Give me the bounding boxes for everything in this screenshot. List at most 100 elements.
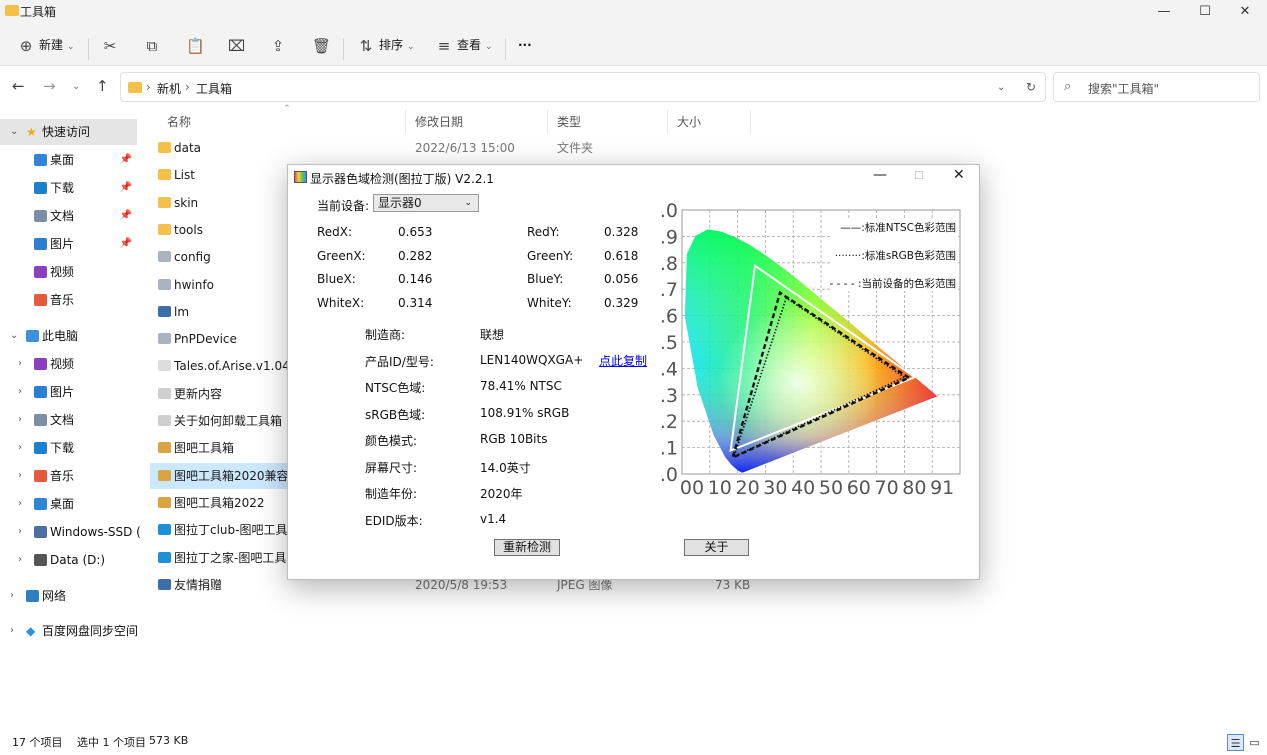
sidebar-item-quick[interactable]: 图片 📌 (0, 231, 140, 257)
breadcrumb-item[interactable]: 工具箱 (196, 80, 232, 97)
breadcrumb-item[interactable]: 新机 (157, 80, 181, 97)
app-icon (158, 496, 171, 508)
folder-icon (158, 142, 171, 153)
breadcrumb-separator-icon: › (146, 80, 151, 94)
download-icon (34, 442, 47, 454)
copy-button[interactable]: ⧉ (144, 32, 165, 58)
sidebar-item-quick-access[interactable]: ⌄ ★ 快速访问 (0, 119, 137, 145)
edge-icon (158, 524, 171, 536)
column-divider[interactable] (405, 110, 406, 134)
file-name: 更新内容 (174, 386, 223, 401)
copy-icon: ⧉ (146, 36, 158, 55)
tiles-view-icon[interactable]: ▭ (1246, 734, 1263, 751)
desktop-icon (34, 154, 47, 166)
dialog-minimize-button[interactable]: — (873, 167, 887, 183)
sidebar-item-quick[interactable]: 下载 📌 (0, 175, 140, 201)
coord-value: 0.056 (604, 272, 639, 286)
about-button[interactable]: 关于 (684, 539, 749, 556)
address-bar[interactable]: › 新机 › 工具箱 ⌄ ↻ (120, 72, 1046, 102)
sidebar-item-label: 视频 (50, 357, 75, 371)
plus-circle-icon: ⊕ (19, 36, 33, 55)
up-arrow-icon[interactable]: ↑ (96, 77, 109, 95)
sidebar-item-pc[interactable]: › Windows-SSD (C: (0, 519, 140, 545)
pin-icon[interactable]: 📌 (120, 175, 132, 201)
delete-button[interactable]: 🗑 (312, 32, 333, 58)
sidebar-item-pc[interactable]: › 下载 (0, 435, 140, 461)
paste-icon: 📋 (186, 36, 205, 55)
pin-icon[interactable]: 📌 (120, 203, 132, 229)
file-name: lm (174, 304, 190, 319)
close-button[interactable]: ✕ (1222, 0, 1267, 24)
column-header-date[interactable]: 修改日期 (415, 113, 463, 130)
sidebar-item-pc[interactable]: › Data (D:) (0, 547, 140, 573)
info-value: v1.4 (480, 511, 507, 526)
sidebar-item-pc[interactable]: › 文档 (0, 407, 140, 433)
info-label: sRGB色域: (365, 407, 426, 422)
chevron-right-icon: › (18, 358, 22, 369)
y-tick-label: .0 (660, 464, 678, 486)
copy-model-link[interactable]: 点此复制 (599, 352, 647, 369)
column-header-size[interactable]: 大小 (677, 113, 701, 130)
search-box[interactable]: ⌕ 搜索"工具箱" (1053, 72, 1260, 102)
new-button[interactable]: ⊕ 新建 ⌄ (18, 32, 75, 58)
forward-arrow-icon[interactable]: → (43, 77, 56, 95)
info-value: LEN140WQXGA+ (480, 352, 584, 367)
info-label: NTSC色域: (365, 381, 426, 395)
file-row[interactable]: data 2022/6/13 15:00 文件夹 (150, 135, 790, 161)
gamut-dialog: 显示器色域检测(图拉丁版) V2.2.1 — ☐ ✕ 当前设备: 显示器0 ⌄ … (287, 164, 980, 580)
sidebar-item-quick[interactable]: 文档 📌 (0, 203, 140, 229)
dialog-close-button[interactable]: ✕ (953, 167, 965, 183)
column-divider[interactable] (667, 110, 668, 134)
sidebar-item-quick[interactable]: 视频 (0, 259, 140, 285)
folder-icon (158, 196, 171, 208)
y-tick-label: .8 (660, 253, 678, 275)
more-button[interactable]: ··· (518, 32, 532, 58)
address-dropdown-icon[interactable]: ⌄ (997, 82, 1005, 93)
coord-value: 0.282 (398, 248, 433, 263)
recheck-button[interactable]: 重新检测 (494, 539, 560, 556)
item-count: 17 个项目 (12, 736, 63, 749)
file-icon (158, 360, 171, 372)
sidebar-item-cloud[interactable]: › ◆ 百度网盘同步空间 (0, 618, 140, 644)
sidebar-item-pc[interactable]: › 图片 (0, 379, 140, 405)
column-divider[interactable] (547, 110, 548, 134)
sidebar-item-label: Data (D:) (50, 553, 106, 567)
sort-button[interactable]: ⇅ 排序 ⌄ (358, 32, 415, 58)
explorer-title-bar: 工具箱 — ☐ ✕ (0, 0, 1267, 24)
refresh-icon[interactable]: ↻ (1026, 80, 1036, 94)
info-label: 屏幕尺寸: (365, 460, 418, 475)
view-button[interactable]: ≡ 查看 ⌄ (436, 32, 493, 58)
sort-label: 排序 (379, 38, 404, 52)
info-value: RGB 10Bits (480, 432, 548, 446)
device-select[interactable]: 显示器0 ⌄ (373, 194, 479, 212)
chart-legend: ——:标准NTSC色彩范围 ········:标准sRGB色彩范围 - - - - … (829, 219, 958, 291)
details-view-icon[interactable]: ☰ (1227, 734, 1244, 751)
sidebar-item-this-pc[interactable]: ⌄ 此电脑 (0, 323, 140, 349)
minimize-button[interactable]: — (1141, 0, 1187, 24)
coord-label: GreenX: (317, 248, 366, 263)
y-tick-label: .5 (660, 332, 678, 354)
toolbar-divider (505, 38, 506, 60)
sidebar-item-pc[interactable]: › 桌面 (0, 491, 140, 517)
column-header-name[interactable]: 名称 (167, 113, 191, 130)
pin-icon[interactable]: 📌 (120, 147, 132, 173)
back-arrow-icon[interactable]: ← (12, 77, 25, 95)
chevron-right-icon: › (18, 554, 22, 565)
pin-icon[interactable]: 📌 (120, 231, 132, 257)
column-header-type[interactable]: 类型 (557, 113, 581, 130)
coord-label: GreenY: (527, 248, 574, 263)
sidebar-item-pc[interactable]: › 视频 (0, 351, 140, 377)
paste-button[interactable]: 📋 (186, 32, 207, 58)
recent-chevron-icon[interactable]: ⌄ (72, 81, 80, 92)
sidebar-item-network[interactable]: › 网络 (0, 583, 140, 609)
column-divider[interactable] (750, 110, 751, 134)
sidebar-item-quick[interactable]: 桌面 📌 (0, 147, 140, 173)
share-button[interactable]: ⇪ (270, 32, 291, 58)
coord-value: 0.329 (604, 295, 639, 310)
cut-button[interactable]: ✂ (102, 32, 123, 58)
rename-button[interactable]: ⌧ (228, 32, 249, 58)
toolbar-divider (88, 38, 89, 60)
y-tick-label: .6 (660, 306, 678, 328)
sidebar-item-pc[interactable]: › 音乐 (0, 463, 140, 489)
sidebar-item-quick[interactable]: 音乐 (0, 287, 140, 313)
